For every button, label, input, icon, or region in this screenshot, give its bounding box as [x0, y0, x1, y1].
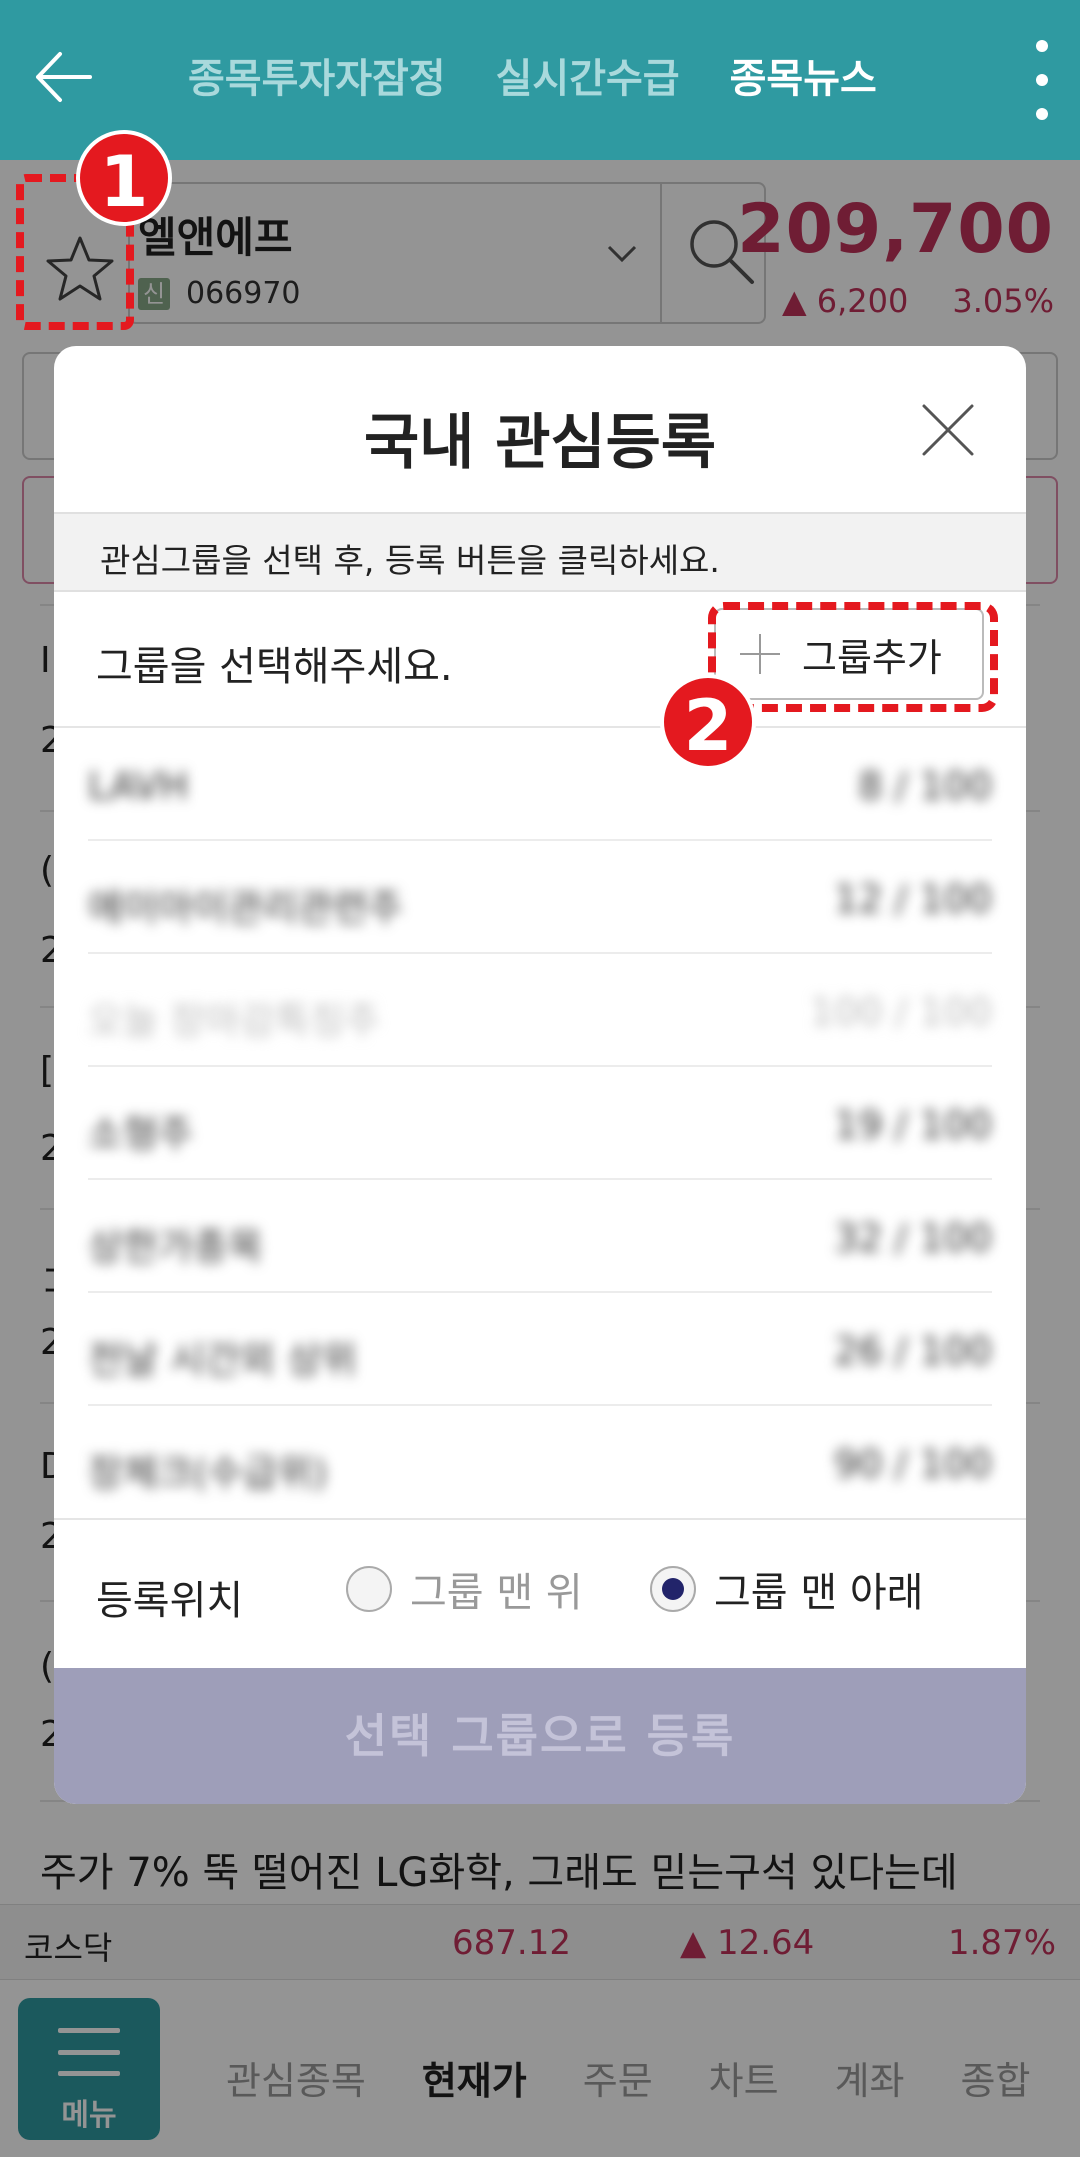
- tab-investor-estimate[interactable]: 종목투자자잠정: [188, 46, 446, 104]
- group-item[interactable]: 장체크(수급위) 90 / 100: [88, 1406, 992, 1519]
- group-count: 100 / 100: [809, 990, 992, 1034]
- dialog-title: 국내 관심등록: [363, 408, 717, 478]
- step-1-badge: 1: [76, 130, 172, 226]
- radio-group-top[interactable]: 그룹 맨 위: [346, 1560, 583, 1618]
- radio-label-bottom: 그룹 맨 아래: [714, 1570, 924, 1616]
- group-item[interactable]: 오늘 장마감특징주 100 / 100: [88, 954, 992, 1067]
- group-item[interactable]: LAVH 8 / 100: [88, 728, 992, 841]
- group-name: LAVH: [88, 764, 189, 808]
- group-item[interactable]: 에이아이관리관련주 12 / 100: [88, 841, 992, 954]
- group-name: 상한가종목: [88, 1225, 263, 1269]
- group-count: 12 / 100: [834, 877, 992, 921]
- instruction-text: 관심그룹을 선택 후, 등록 버튼을 클릭하세요.: [100, 541, 720, 580]
- instruction-banner: 관심그룹을 선택 후, 등록 버튼을 클릭하세요.: [54, 512, 1026, 592]
- group-count: 26 / 100: [834, 1329, 992, 1373]
- group-name: 오늘 장마감특징주: [88, 999, 380, 1043]
- radio-group-bottom[interactable]: 그룹 맨 아래: [650, 1560, 923, 1618]
- back-arrow-icon[interactable]: [28, 42, 98, 112]
- radio-label-top: 그룹 맨 위: [410, 1570, 583, 1616]
- group-item[interactable]: 상한가종목 32 / 100: [88, 1180, 992, 1293]
- group-item[interactable]: 전날 시간외 상위 26 / 100: [88, 1293, 992, 1406]
- close-icon[interactable]: [920, 402, 976, 458]
- group-prompt: 그룹을 선택해주세요.: [96, 644, 453, 690]
- highlight-add-group: [708, 602, 998, 712]
- divider: [54, 1518, 1026, 1520]
- group-count: 32 / 100: [834, 1216, 992, 1260]
- group-item[interactable]: 소형주 19 / 100: [88, 1067, 992, 1180]
- group-count: 90 / 100: [834, 1442, 992, 1486]
- group-count: 8 / 100: [858, 764, 992, 808]
- group-name: 장체크(수급위): [88, 1451, 328, 1495]
- group-count: 19 / 100: [834, 1103, 992, 1147]
- top-bar: 종목투자자잠정 실시간수급 종목뉴스: [0, 0, 1080, 160]
- group-list: LAVH 8 / 100 에이아이관리관련주 12 / 100 오늘 장마감특징…: [54, 728, 1026, 1519]
- more-options-icon[interactable]: [1034, 40, 1050, 120]
- tab-bar: 종목투자자잠정 실시간수급 종목뉴스: [188, 40, 877, 110]
- group-name: 에이아이관리관련주: [88, 886, 403, 930]
- position-label: 등록위치: [96, 1578, 244, 1624]
- tab-stock-news[interactable]: 종목뉴스: [730, 46, 877, 104]
- group-name: 전날 시간외 상위: [88, 1338, 357, 1382]
- radio-checked-icon: [650, 1566, 696, 1612]
- watchlist-register-dialog: 국내 관심등록 관심그룹을 선택 후, 등록 버튼을 클릭하세요. 그룹을 선택…: [54, 346, 1026, 1804]
- radio-unchecked-icon: [346, 1566, 392, 1612]
- tab-realtime-supply[interactable]: 실시간수급: [496, 46, 680, 104]
- register-submit-button[interactable]: 선택 그룹으로 등록: [54, 1668, 1026, 1804]
- group-name: 소형주: [88, 1112, 193, 1156]
- step-2-badge: 2: [660, 674, 756, 770]
